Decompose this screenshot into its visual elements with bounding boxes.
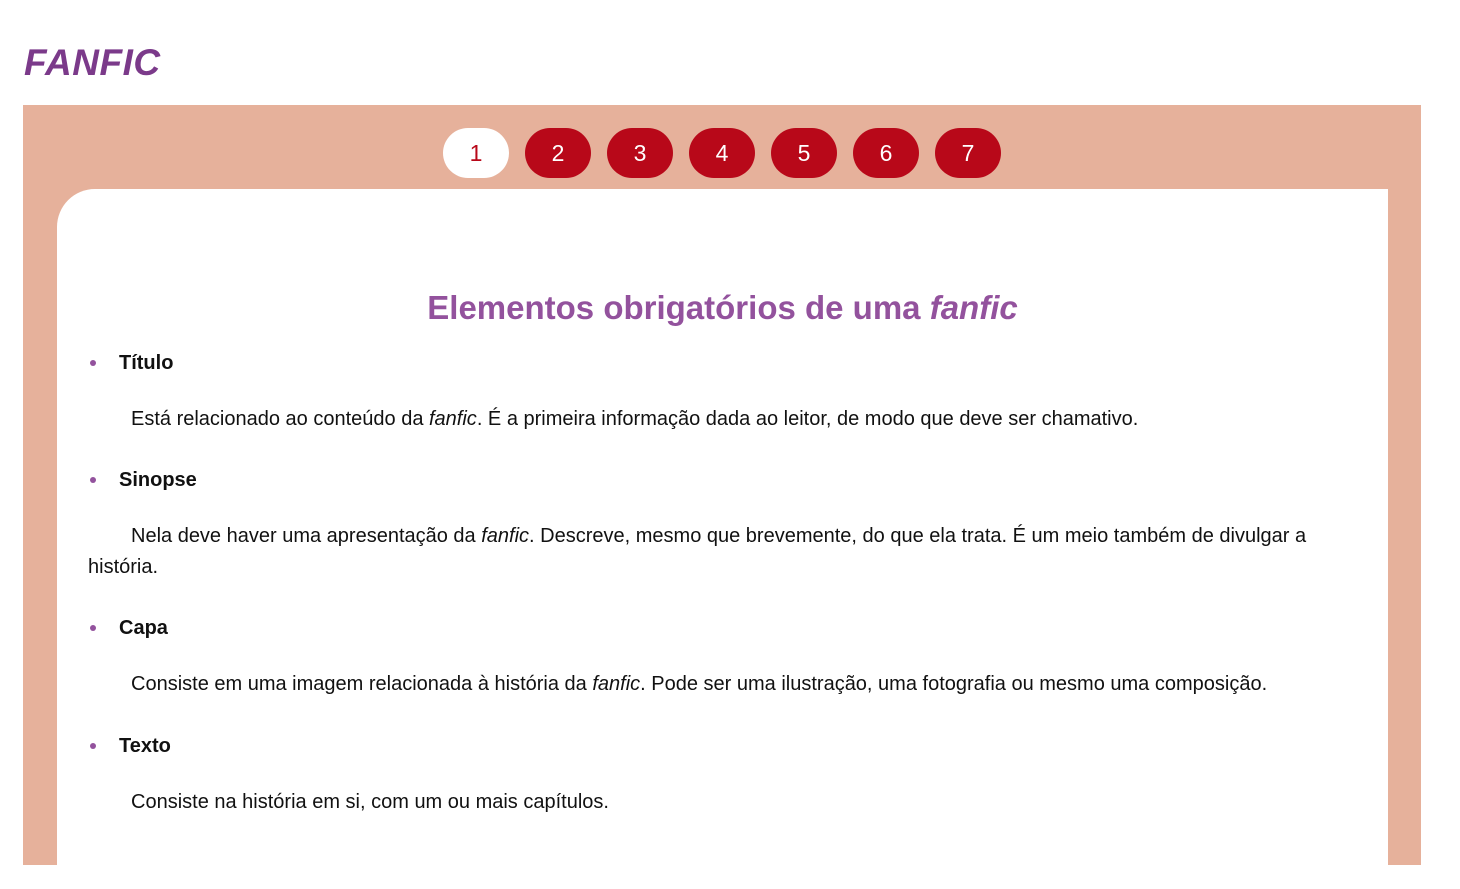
- list-item: Sinopse Nela deve haver uma apresentação…: [88, 466, 1348, 614]
- bullet-icon: [90, 625, 96, 631]
- content-card: Elementos obrigatórios de uma fanfic Tít…: [57, 189, 1388, 889]
- item-title-row: Texto: [88, 732, 1348, 760]
- page-button-5[interactable]: 5: [771, 128, 837, 178]
- list-item: Texto Consiste na história em si, com um…: [88, 732, 1348, 849]
- page-button-2[interactable]: 2: [525, 128, 591, 178]
- item-description-text: Nela deve haver uma apresentação da: [131, 525, 482, 547]
- page-button-4[interactable]: 4: [689, 128, 755, 178]
- item-description: Consiste em uma imagem relacionada à his…: [88, 669, 1348, 700]
- item-title: Sinopse: [119, 468, 197, 491]
- item-title-row: Capa: [88, 614, 1348, 642]
- item-description-text-end: . Pode ser uma ilustração, uma fotografi…: [640, 673, 1268, 695]
- item-title: Título: [119, 351, 174, 374]
- item-description: Nela deve haver uma apresentação da fanf…: [88, 521, 1348, 583]
- item-title-row: Título: [88, 349, 1348, 377]
- page-button-6[interactable]: 6: [853, 128, 919, 178]
- item-description-emphasis: fanfic: [481, 525, 530, 547]
- page-button-7[interactable]: 7: [935, 128, 1001, 178]
- bullet-icon: [90, 360, 96, 366]
- section-heading-emphasis: fanfic: [929, 289, 1018, 326]
- item-description-text-end: . É a primeira informação dada ao leitor…: [476, 408, 1139, 430]
- page-title: FANFIC: [24, 42, 161, 83]
- item-description: Está relacionado ao conteúdo da fanfic. …: [88, 404, 1348, 435]
- list-item: Capa Consiste em uma imagem relacionada …: [88, 614, 1348, 732]
- item-title: Texto: [119, 734, 171, 757]
- item-description-text: Consiste em uma imagem relacionada à his…: [131, 673, 593, 695]
- item-title: Capa: [119, 616, 168, 639]
- content-panel: 1 2 3 4 5 6 7 Elementos obrigatórios de …: [23, 105, 1421, 889]
- element-list: Título Está relacionado ao conteúdo da f…: [88, 349, 1348, 849]
- section-heading: Elementos obrigatórios de uma fanfic: [57, 289, 1388, 327]
- page-button-3[interactable]: 3: [607, 128, 673, 178]
- bullet-icon: [90, 477, 96, 483]
- item-description: Consiste na história em si, com um ou ma…: [88, 787, 1348, 818]
- item-description-emphasis: fanfic: [592, 673, 641, 695]
- list-item: Título Está relacionado ao conteúdo da f…: [88, 349, 1348, 466]
- item-description-text: Consiste na história em si, com um ou ma…: [131, 791, 609, 813]
- section-heading-text: Elementos obrigatórios de uma: [427, 289, 930, 326]
- page-button-1[interactable]: 1: [443, 128, 509, 178]
- item-description-text: Está relacionado ao conteúdo da: [131, 408, 429, 430]
- pagination: 1 2 3 4 5 6 7: [443, 128, 1001, 178]
- bullet-icon: [90, 743, 96, 749]
- item-title-row: Sinopse: [88, 466, 1348, 494]
- item-description-emphasis: fanfic: [429, 408, 477, 430]
